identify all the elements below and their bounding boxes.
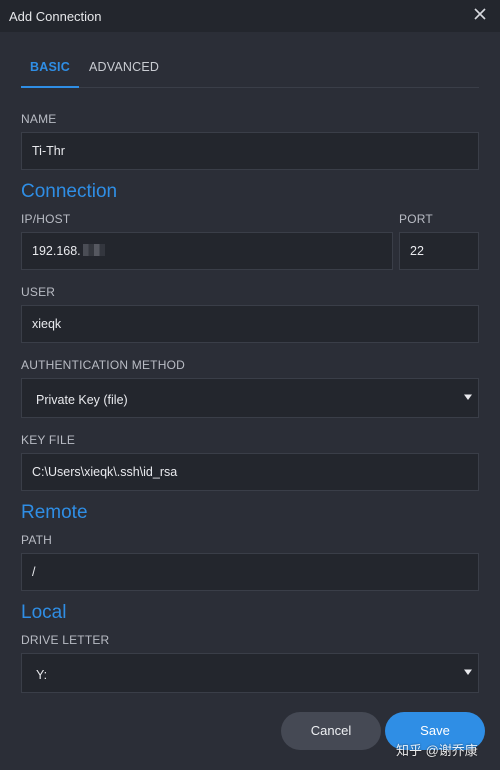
cancel-button[interactable]: Cancel bbox=[281, 712, 381, 750]
tab-bar: BASIC ADVANCED bbox=[21, 56, 479, 88]
key-file-label: KEY FILE bbox=[21, 433, 76, 447]
port-input[interactable] bbox=[399, 232, 479, 270]
host-value: 192.168. bbox=[32, 244, 81, 258]
host-input[interactable]: 192.168. bbox=[21, 232, 393, 270]
local-section-title: Local bbox=[21, 602, 67, 623]
user-input[interactable] bbox=[21, 305, 479, 343]
auth-method-label: AUTHENTICATION METHOD bbox=[21, 358, 185, 372]
watermark: 知乎 @谢乔康 bbox=[396, 743, 478, 758]
chevron-down-icon bbox=[464, 669, 472, 675]
redacted-host-mask bbox=[82, 244, 105, 256]
chevron-down-icon bbox=[464, 394, 472, 400]
path-label: PATH bbox=[21, 533, 53, 547]
name-input[interactable] bbox=[21, 132, 479, 170]
port-label: PORT bbox=[399, 212, 433, 226]
close-icon[interactable] bbox=[472, 6, 488, 22]
drive-letter-label: DRIVE LETTER bbox=[21, 633, 110, 647]
name-label: NAME bbox=[21, 112, 57, 126]
host-label: IP/HOST bbox=[21, 212, 71, 226]
drive-letter-value: Y: bbox=[36, 668, 48, 682]
key-file-input[interactable] bbox=[21, 453, 479, 491]
auth-method-value: Private Key (file) bbox=[36, 393, 128, 407]
tab-basic[interactable]: BASIC bbox=[21, 56, 79, 88]
path-input[interactable] bbox=[21, 553, 479, 591]
remote-section-title: Remote bbox=[21, 502, 88, 523]
window-title: Add Connection bbox=[9, 9, 102, 24]
title-bar: Add Connection bbox=[0, 0, 500, 32]
drive-letter-select[interactable]: Y: bbox=[21, 653, 479, 693]
auth-method-select[interactable]: Private Key (file) bbox=[21, 378, 479, 418]
connection-section-title: Connection bbox=[21, 181, 118, 202]
tab-advanced[interactable]: ADVANCED bbox=[89, 56, 159, 88]
user-label: USER bbox=[21, 285, 56, 299]
